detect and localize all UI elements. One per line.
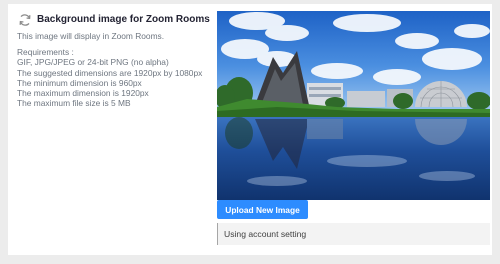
section-description: This image will display in Zoom Rooms. — [17, 31, 165, 41]
zoom-rooms-background-card: Background image for Zoom Rooms This ima… — [8, 4, 492, 255]
requirement-maximum-file-size: The maximum file size is 5 MB — [17, 98, 131, 109]
background-image-preview — [217, 11, 490, 200]
section-title: Background image for Zoom Rooms — [37, 14, 210, 25]
requirement-formats: GIF, JPG/JPEG or 24-bit PNG (no alpha) — [17, 57, 169, 68]
requirement-minimum-dimension: The minimum dimension is 960px — [17, 77, 142, 88]
requirement-suggested-dimensions: The suggested dimensions are 1920px by 1… — [17, 67, 203, 78]
requirements-heading: Requirements : — [17, 47, 74, 57]
refresh-icon[interactable] — [18, 13, 32, 27]
requirement-maximum-dimension: The maximum dimension is 1920px — [17, 88, 149, 99]
requirements-list: Requirements : GIF, JPG/JPEG or 24-bit P… — [17, 47, 207, 109]
account-setting-status: Using account setting — [217, 223, 490, 245]
upload-new-image-button[interactable]: Upload New Image — [217, 200, 308, 219]
